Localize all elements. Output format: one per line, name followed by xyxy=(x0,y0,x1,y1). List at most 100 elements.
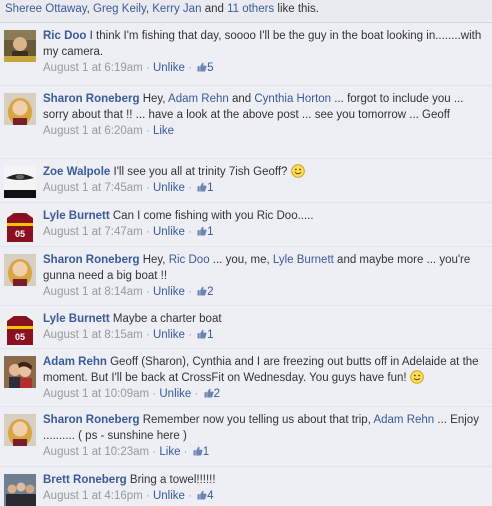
liker-link-sheree-ottaway[interactable]: Sheree Ottaway xyxy=(5,3,87,15)
avatar[interactable] xyxy=(4,166,36,198)
unlike-button[interactable]: Unlike xyxy=(153,62,185,74)
thumbs-up-icon xyxy=(204,388,214,398)
like-count[interactable]: 1 xyxy=(191,446,209,458)
avatar[interactable] xyxy=(4,254,36,286)
svg-text:05: 05 xyxy=(15,229,25,239)
thumbs-up-icon xyxy=(197,226,207,236)
mention-link[interactable]: Adam Rehn xyxy=(373,414,434,426)
comment-item: 05 Lyle Burnett Maybe a charter boat Aug… xyxy=(0,306,492,349)
thumbs-up-icon xyxy=(197,182,207,192)
comment-meta: August 1 at 7:47am · Unlike · 1 xyxy=(43,224,486,240)
meta-dot: · xyxy=(184,286,196,298)
like-count-value: 2 xyxy=(213,388,220,400)
unlike-button[interactable]: Unlike xyxy=(159,388,191,400)
thumbs-up-icon xyxy=(197,329,207,339)
comment-item: Sharon Roneberg Hey, Adam Rehn and Cynth… xyxy=(0,86,492,159)
likes-summary-bar: Sheree Ottaway, Greg Keily, Kerry Jan an… xyxy=(0,0,492,23)
comment-meta: August 1 at 7:45am · Unlike · 1 xyxy=(43,180,486,196)
thumbs-up-icon xyxy=(197,62,207,72)
avatar[interactable] xyxy=(4,356,36,388)
avatar[interactable]: 05 xyxy=(4,313,36,345)
comment-author-link[interactable]: Ric Doo xyxy=(43,30,86,42)
comment-text: Can I come fishing with you Ric Doo..... xyxy=(112,210,314,222)
comment-timestamp[interactable]: August 1 at 8:14am xyxy=(43,286,143,298)
svg-text:05: 05 xyxy=(15,332,25,342)
meta-dot: · xyxy=(142,62,153,74)
comment-timestamp[interactable]: August 1 at 6:20am xyxy=(43,125,143,137)
comment-meta: August 1 at 6:19am · Unlike · 5 xyxy=(43,60,486,76)
likes-others-link[interactable]: 11 others xyxy=(227,3,274,15)
meta-dot: · xyxy=(149,388,160,400)
meta-dot: · xyxy=(142,226,153,238)
unlike-button[interactable]: Unlike xyxy=(153,490,185,502)
comment-author-link[interactable]: Lyle Burnett xyxy=(43,210,110,222)
unlike-button[interactable]: Unlike xyxy=(153,182,185,194)
comment-author-link[interactable]: Sharon Roneberg xyxy=(43,93,139,105)
comment-text: Hey, xyxy=(142,93,166,105)
meta-dot: · xyxy=(142,490,153,502)
comment-item: Sharon Roneberg Remember now you telling… xyxy=(0,407,492,467)
comment-author-link[interactable]: Adam Rehn xyxy=(43,356,107,368)
comment-meta: August 1 at 4:16pm · Unlike · 4 xyxy=(43,488,486,504)
comment-thread: Ric Doo I think I'm fishing that day, so… xyxy=(0,23,492,506)
comment-timestamp[interactable]: August 1 at 8:15am xyxy=(43,329,143,341)
comment-author-link[interactable]: Brett Roneberg xyxy=(43,474,127,486)
comment-timestamp[interactable]: August 1 at 7:45am xyxy=(43,182,143,194)
comment-timestamp[interactable]: August 1 at 10:09am xyxy=(43,388,149,400)
like-count[interactable]: 2 xyxy=(202,388,220,400)
meta-dot: · xyxy=(184,329,196,341)
smiley-icon xyxy=(291,164,305,178)
comment-author-link[interactable]: Sharon Roneberg xyxy=(43,254,139,266)
meta-dot: · xyxy=(149,446,160,458)
comment-meta: August 1 at 10:09am · Unlike · 2 xyxy=(43,386,486,402)
comment-item: 05 Lyle Burnett Can I come fishing with … xyxy=(0,203,492,247)
smiley-icon xyxy=(410,370,424,384)
like-count[interactable]: 1 xyxy=(195,182,214,194)
avatar[interactable] xyxy=(4,30,36,62)
meta-dot: · xyxy=(142,182,153,194)
mention-link[interactable]: Cynthia Horton xyxy=(254,93,331,105)
avatar[interactable] xyxy=(4,93,36,125)
likes-suffix: like this. xyxy=(277,3,319,15)
meta-dot: · xyxy=(142,125,153,137)
like-count[interactable]: 2 xyxy=(195,286,214,298)
like-button[interactable]: Like xyxy=(153,125,174,137)
unlike-button[interactable]: Unlike xyxy=(153,329,185,341)
avatar[interactable] xyxy=(4,474,36,506)
meta-dot: · xyxy=(184,62,196,74)
comment-timestamp[interactable]: August 1 at 7:47am xyxy=(43,226,143,238)
mention-link[interactable]: Adam Rehn xyxy=(168,93,229,105)
like-count-value: 1 xyxy=(207,329,214,341)
like-count-value: 1 xyxy=(207,182,214,194)
like-count-value: 4 xyxy=(207,490,214,502)
comment-item: Adam Rehn Geoff (Sharon), Cynthia and I … xyxy=(0,349,492,407)
liker-link-kerry-jan[interactable]: Kerry Jan xyxy=(152,3,201,15)
avatar[interactable]: 05 xyxy=(4,210,36,242)
unlike-button[interactable]: Unlike xyxy=(153,226,185,238)
meta-dot: · xyxy=(184,490,196,502)
like-count[interactable]: 1 xyxy=(195,226,214,238)
meta-dot: · xyxy=(142,329,153,341)
comment-meta: August 1 at 6:20am · Like xyxy=(43,123,486,139)
meta-dot: · xyxy=(184,226,196,238)
thumbs-up-icon xyxy=(193,446,203,456)
comment-timestamp[interactable]: August 1 at 4:16pm xyxy=(43,490,143,502)
like-count-value: 1 xyxy=(207,226,214,238)
like-count[interactable]: 5 xyxy=(195,62,214,74)
comment-meta: August 1 at 8:15am · Unlike · 1 xyxy=(43,327,486,343)
mention-link[interactable]: Ric Doo xyxy=(169,254,210,266)
comment-timestamp[interactable]: August 1 at 6:19am xyxy=(43,62,143,74)
like-count[interactable]: 1 xyxy=(195,329,214,341)
comment-author-link[interactable]: Zoe Walpole xyxy=(43,166,110,178)
unlike-button[interactable]: Unlike xyxy=(153,286,185,298)
comment-meta: August 1 at 8:14am · Unlike · 2 xyxy=(43,284,486,300)
comment-author-link[interactable]: Lyle Burnett xyxy=(43,313,110,325)
comment-author-link[interactable]: Sharon Roneberg xyxy=(43,414,139,426)
avatar[interactable] xyxy=(4,414,36,446)
mention-link[interactable]: Lyle Burnett xyxy=(273,254,334,266)
liker-link-greg-keily[interactable]: Greg Keily xyxy=(93,3,146,15)
like-count[interactable]: 4 xyxy=(195,490,214,502)
like-button[interactable]: Like xyxy=(159,446,180,458)
comment-item: Ric Doo I think I'm fishing that day, so… xyxy=(0,23,492,86)
comment-timestamp[interactable]: August 1 at 10:23am xyxy=(43,446,149,458)
